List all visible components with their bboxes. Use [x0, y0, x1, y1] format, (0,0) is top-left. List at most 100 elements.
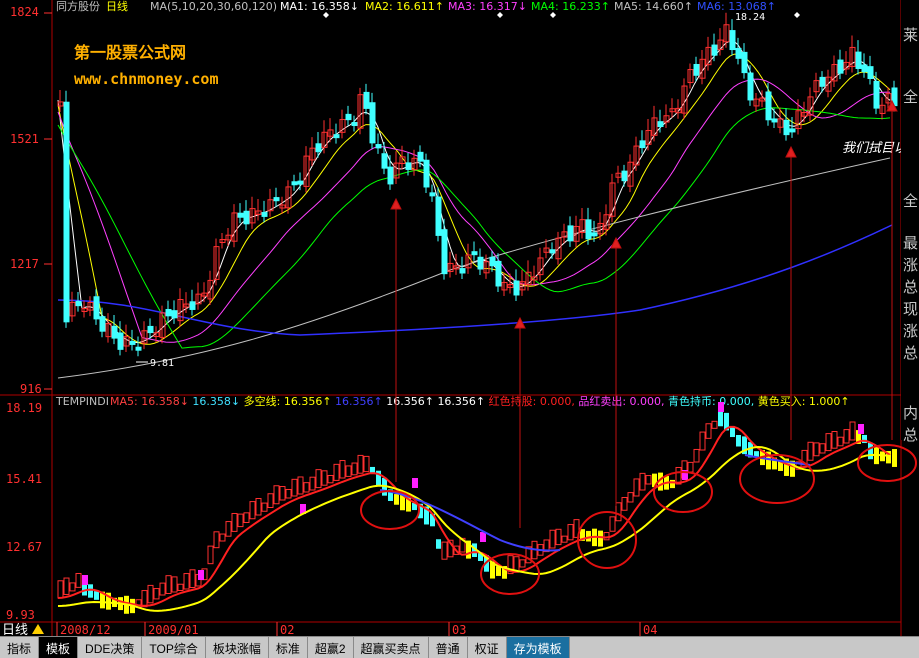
candle-body [747, 72, 754, 101]
time-label-0: 2008/12 [60, 623, 111, 637]
candle-body [549, 249, 556, 254]
tab-0[interactable]: 指标 [0, 637, 40, 658]
ind-label-3: 12.67 [6, 540, 42, 554]
time-label-1: 2009/01 [148, 623, 199, 637]
candle-body [417, 151, 424, 162]
time-label-4: 04 [643, 623, 657, 637]
price-label-1217: 1217 [10, 257, 39, 271]
indicator-bar [94, 591, 99, 600]
tab-7[interactable]: 超赢买卖点 [354, 637, 429, 658]
ma3-value: MA3: 16.317↓ [448, 0, 527, 13]
indicator-name: TEMPINDI [55, 395, 109, 408]
candle-body [513, 280, 520, 296]
indicator-item-3: 16.356↑ [335, 395, 386, 408]
tab-3[interactable]: TOP综合 [142, 637, 206, 658]
indicator-item-0: MA5: 16.358↓ [110, 395, 192, 408]
candle-body [297, 180, 304, 185]
ind-label-bottom: 9.93 [6, 608, 35, 622]
annotation-text: 我们拭目以 [842, 141, 908, 156]
candle-body [273, 197, 280, 202]
ma5-value: MA5: 14.660↑ [614, 0, 693, 13]
candle-body [147, 325, 154, 334]
candle-body [621, 170, 628, 182]
candle-body [291, 181, 298, 186]
side-top-0: 莱 [903, 26, 919, 44]
indicator-bar [394, 494, 399, 505]
indicator-bar [736, 435, 741, 447]
tab-6[interactable]: 超赢2 [308, 637, 354, 658]
candle-body [789, 128, 796, 133]
candle-body [639, 140, 646, 149]
candle-body [837, 59, 844, 74]
ma1-value: MA1: 16.358↓ [280, 0, 359, 13]
candle-body [495, 260, 502, 287]
candle-body [375, 144, 382, 149]
tab-2[interactable]: DDE决策 [78, 637, 143, 658]
stock-chart[interactable]: 1824 1521 1217 916 同方股份 日线 MA(5,10,20,30… [0, 0, 919, 657]
candle-body [489, 256, 496, 267]
time-label-2: 02 [280, 623, 294, 637]
indicator-bar [670, 479, 675, 489]
indicator-item-1: 16.358↓ [192, 395, 243, 408]
low-price-label: 9.81 [150, 358, 174, 369]
tab-4[interactable]: 板块涨幅 [206, 637, 269, 658]
side-text-7: 总 [903, 426, 919, 444]
candle-body [861, 64, 868, 73]
indicator-item-8: 青色持币: 0.000, [668, 394, 758, 408]
candle-body [867, 66, 874, 80]
side-text-1: 涨 [903, 256, 919, 274]
candle-body [873, 80, 880, 109]
candle-body [261, 212, 268, 217]
ma4-value: MA4: 16.233↑ [531, 0, 610, 13]
candle-body [855, 51, 862, 69]
candle-body [237, 212, 244, 218]
candle-body [405, 162, 412, 170]
candle-body [435, 196, 442, 236]
candle-body [765, 91, 772, 121]
indicator-bar [436, 539, 441, 549]
indicator-item-6: 红色持股: 0.000, [489, 394, 579, 408]
candle-body [129, 340, 136, 345]
candle-body [729, 30, 736, 51]
candle-body [441, 229, 448, 275]
side-text-4: 涨 [903, 322, 919, 340]
indicator-bar [718, 410, 723, 427]
tab-1[interactable]: 模板 [39, 637, 79, 658]
period-label: 日线 [106, 0, 128, 13]
tab-5[interactable]: 标准 [269, 637, 308, 658]
candle-body [657, 121, 664, 127]
candle-body [819, 76, 826, 87]
candle-body [741, 51, 748, 74]
candle-body [135, 346, 142, 351]
indicator-bar [88, 584, 93, 598]
indicator-bar [868, 442, 873, 460]
candle-body [63, 101, 70, 323]
sell-marker [858, 424, 864, 434]
candle-body [171, 310, 178, 319]
sell-marker [718, 402, 724, 412]
tab-10[interactable]: 存为模板 [506, 637, 570, 658]
candle-body [333, 134, 340, 139]
watermark-url: www.chnmoney.com [74, 70, 219, 88]
side-text-0: 最 [903, 234, 919, 252]
tab-9[interactable]: 权证 [468, 637, 507, 658]
sell-marker [480, 532, 486, 542]
candle-body [693, 63, 700, 76]
tab-8[interactable]: 普通 [429, 637, 468, 658]
side-text-6: 内 [903, 404, 919, 422]
ind-label-2: 15.41 [6, 472, 42, 486]
indicator-item-4: 16.356↑ [386, 395, 437, 408]
stock-name: 同方股份 [56, 0, 100, 13]
candle-body [243, 210, 250, 225]
indicator-bar [598, 530, 603, 547]
candle-body [111, 325, 118, 339]
candle-body [771, 118, 778, 123]
price-label-bottom: 916 [20, 382, 42, 396]
candle-body [351, 122, 358, 127]
sell-marker [198, 570, 204, 580]
candle-body [591, 232, 598, 237]
indicator-item-5: 16.356↑ [437, 395, 488, 408]
indicator-bar [496, 566, 501, 576]
template-tab-bar: 指标 模板 DDE决策 TOP综合 板块涨幅 标准 超赢2 超赢买卖点 普通 权证 存为模板 [0, 636, 919, 658]
watermark-title: 第一股票公式网 [74, 43, 186, 62]
